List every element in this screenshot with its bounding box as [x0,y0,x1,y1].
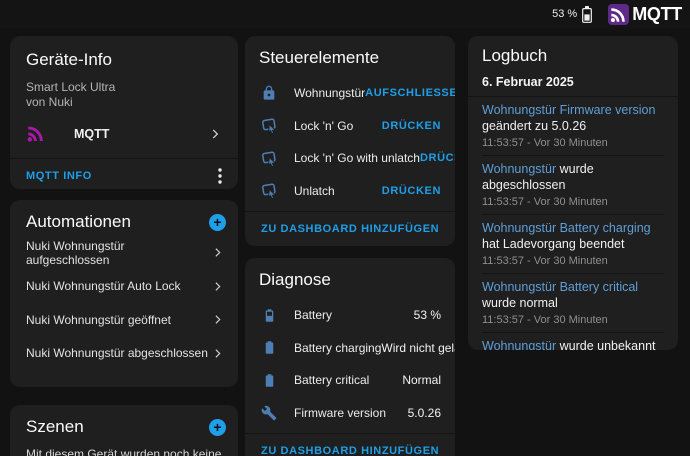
chevron-right-icon [211,313,224,326]
diagnostic-row: Firmware version 5.0.26 [259,397,441,430]
logbook-title: Logbuch [482,46,664,66]
mqtt-info-button[interactable]: MQTT INFO [26,170,92,182]
logbook-date-header: 6. Februar 2025 [482,75,664,89]
logbook-entry-text: geändert zu 5.0.26 [482,119,586,133]
automations-list: Nuki Wohnungstür aufgeschlossen Nuki Woh… [10,236,238,370]
logbook-entry-text: wurde normal [482,296,558,310]
logbook-timestamp: 11:53:57 - Vor 30 Minuten [482,137,664,149]
controls-card: Steuerelemente Wohnungstür AUFSCHLIESSEN [245,36,455,246]
logbook-entity-link[interactable]: Wohnungstür [482,162,556,176]
logbook-entry: Wohnungstür Firmware version geändert zu… [482,97,664,156]
add-diagnostics-to-dashboard-button[interactable]: ZU DASHBOARD HINZUFÜGEN [261,445,439,456]
logbook-entry-text: wurde unbekannt [560,339,656,350]
right-column: Logbuch 6. Februar 2025 Wohnungstür Firm… [468,36,678,456]
battery-status-icon [582,6,592,23]
diagnostic-row: Battery charging Wird nicht geladen [259,332,441,365]
top-bar: 53 % MQTT [0,0,690,28]
automations-title: Automationen [26,212,131,232]
unlatch-button[interactable]: DRÜCKEN [382,185,441,197]
logbook-entry: Wohnungstür Battery critical wurde norma… [482,274,664,333]
logbook-entity-link[interactable]: Wohnungstür Battery critical [482,280,638,294]
lock-n-go-button[interactable]: DRÜCKEN [382,120,441,132]
control-row: Lock 'n' Go with unlatch DRÜCKEN [259,142,441,175]
logbook-entity-link[interactable]: Wohnungstür [482,339,556,350]
add-automation-button[interactable]: + [209,214,226,231]
mqtt-logo-icon [608,4,629,25]
automation-item[interactable]: Nuki Wohnungstür aufgeschlossen [10,236,238,270]
logbook-timestamp: 11:53:57 - Vor 30 Minuten [482,196,664,208]
kebab-menu-icon[interactable] [212,164,228,188]
logbook-entity-link[interactable]: Wohnungstür Battery charging [482,221,651,235]
mqtt-signal-icon [26,125,47,143]
logbook-timestamp: 11:53:57 - Vor 30 Minuten [482,255,664,267]
chevron-right-icon [211,347,224,360]
status-battery-percent: 53 % [552,8,577,20]
logbook-entry-text: hat Ladevorgang beendet [482,237,625,251]
controls-title: Steuerelemente [259,48,441,68]
control-row: Wohnungstür AUFSCHLIESSEN [259,77,441,110]
logbook-card: Logbuch 6. Februar 2025 Wohnungstür Firm… [468,36,678,350]
device-vendor: von Nuki [26,95,222,110]
app-brand: MQTT [608,4,682,25]
unlock-button[interactable]: AUFSCHLIESSEN [365,87,455,99]
lock-n-go-unlatch-button[interactable]: DRÜCKEN [420,152,455,164]
logbook-entry: Wohnungstür wurde unbekannt 11:53:57 - V… [482,333,664,350]
chevron-right-icon [211,280,224,293]
logbook-entity-link[interactable]: Wohnungstür Firmware version [482,103,655,117]
device-summary: Smart Lock Ultra von Nuki [26,80,222,110]
chevron-right-icon [208,127,222,141]
battery-critical-value: Normal [402,373,441,387]
device-page: Geräte-Info Smart Lock Ultra von Nuki MQ… [0,28,690,456]
automation-item[interactable]: Nuki Wohnungstür Auto Lock [10,270,238,304]
left-column: Geräte-Info Smart Lock Ultra von Nuki MQ… [10,36,238,456]
firmware-version-value: 5.0.26 [408,406,441,420]
middle-column: Steuerelemente Wohnungstür AUFSCHLIESSEN [245,36,455,456]
automations-card: Automationen + Nuki Wohnungstür aufgesch… [10,200,238,387]
device-name: Smart Lock Ultra [26,80,222,95]
logbook-entry: Wohnungstür Battery charging hat Ladevor… [482,215,664,274]
diagnostics-title: Diagnose [259,270,441,290]
battery-charging-value: Wird nicht geladen [381,341,455,355]
battery-half-icon [259,308,279,323]
logbook-entry: Wohnungstür wurde abgeschlossen 11:53:57… [482,156,664,215]
battery-value: 53 % [414,308,441,322]
add-controls-to-dashboard-button[interactable]: ZU DASHBOARD HINZUFÜGEN [261,223,439,235]
battery-icon [259,373,279,388]
connection-label: MQTT [74,127,109,141]
scenes-title: Szenen [26,417,84,437]
automation-item[interactable]: Nuki Wohnungstür abgeschlossen [10,337,238,371]
control-row: Lock 'n' Go DRÜCKEN [259,110,441,143]
device-info-title: Geräte-Info [26,50,222,70]
wrench-icon [259,405,279,421]
diagnostic-row: Battery 53 % [259,299,441,332]
device-info-card: Geräte-Info Smart Lock Ultra von Nuki MQ… [10,36,238,189]
diagnostics-card: Diagnose Battery 53 % [245,258,455,456]
scenes-card: Szenen + Mit diesem Gerät wurden noch ke… [10,405,238,456]
scenes-empty-text: Mit diesem Gerät wurden noch keine Szene… [10,437,238,456]
gesture-tap-icon [259,182,279,199]
chevron-right-icon [211,246,224,259]
control-row: Unlatch DRÜCKEN [259,175,441,208]
battery-icon [259,340,279,355]
lock-icon [259,85,279,101]
add-scene-button[interactable]: + [209,419,226,436]
automation-item[interactable]: Nuki Wohnungstür geöffnet [10,303,238,337]
logbook-timestamp: 11:53:57 - Vor 30 Minuten [482,314,664,326]
diagnostic-row: Battery critical Normal [259,364,441,397]
app-brand-name: MQTT [632,4,682,25]
connection-row-mqtt[interactable]: MQTT [26,119,222,149]
gesture-tap-icon [259,117,279,134]
gesture-tap-icon [259,150,279,167]
